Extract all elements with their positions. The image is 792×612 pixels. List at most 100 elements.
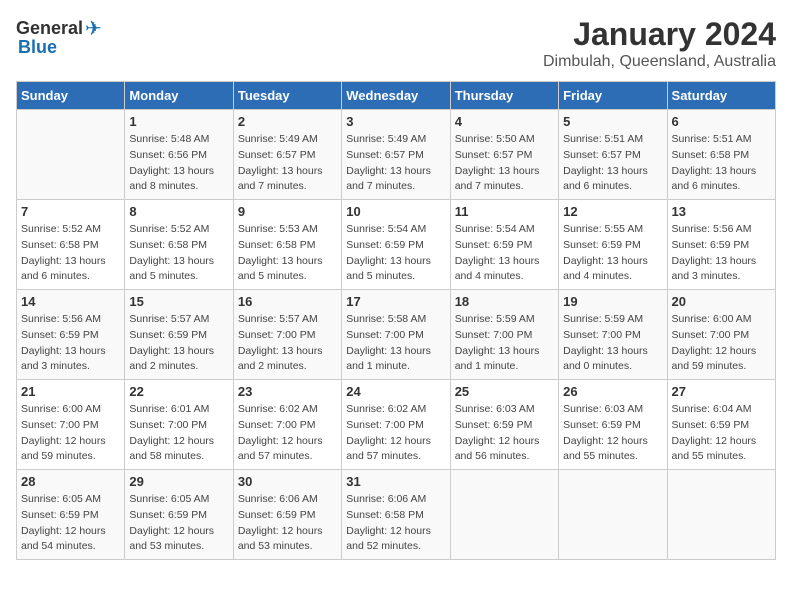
calendar-week-row: 14Sunrise: 5:56 AM Sunset: 6:59 PM Dayli…	[17, 290, 776, 380]
day-info: Sunrise: 6:06 AM Sunset: 6:59 PM Dayligh…	[238, 492, 337, 555]
day-number: 28	[21, 474, 120, 489]
calendar-cell: 1 Sunrise: 5:48 AM Sunset: 6:56 PM Daylig…	[125, 110, 233, 200]
day-number: 3	[346, 114, 445, 129]
calendar-cell: 11 Sunrise: 5:54 AM Sunset: 6:59 PM Dayli…	[450, 200, 558, 290]
calendar-cell: 4 Sunrise: 5:50 AM Sunset: 6:57 PM Daylig…	[450, 110, 558, 200]
day-number: 20	[672, 294, 771, 309]
calendar-day-header: Thursday	[450, 82, 558, 110]
day-info: Sunrise: 5:59 AM Sunset: 7:00 PM Dayligh…	[563, 312, 662, 375]
day-number: 22	[129, 384, 228, 399]
day-info: Sunrise: 5:53 AM Sunset: 6:58 PM Dayligh…	[238, 222, 337, 285]
day-info: Sunrise: 6:03 AM Sunset: 6:59 PM Dayligh…	[455, 402, 554, 465]
calendar-week-row: 21 Sunrise: 6:00 AM Sunset: 7:00 PM Dayli…	[17, 380, 776, 470]
day-number: 25	[455, 384, 554, 399]
calendar-cell: 18 Sunrise: 5:59 AM Sunset: 7:00 PM Dayli…	[450, 290, 558, 380]
calendar-cell: 14Sunrise: 5:56 AM Sunset: 6:59 PM Dayli…	[17, 290, 125, 380]
calendar-cell: 15 Sunrise: 5:57 AM Sunset: 6:59 PM Dayli…	[125, 290, 233, 380]
day-info: Sunrise: 5:51 AM Sunset: 6:57 PM Dayligh…	[563, 132, 662, 195]
calendar-day-header: Wednesday	[342, 82, 450, 110]
day-number: 13	[672, 204, 771, 219]
day-info: Sunrise: 5:49 AM Sunset: 6:57 PM Dayligh…	[346, 132, 445, 195]
calendar-cell: 31Sunrise: 6:06 AM Sunset: 6:58 PM Dayli…	[342, 470, 450, 560]
month-title: January 2024	[543, 16, 776, 53]
day-info: Sunrise: 6:03 AM Sunset: 6:59 PM Dayligh…	[563, 402, 662, 465]
calendar-cell: 26 Sunrise: 6:03 AM Sunset: 6:59 PM Dayli…	[559, 380, 667, 470]
day-info: Sunrise: 6:04 AM Sunset: 6:59 PM Dayligh…	[672, 402, 771, 465]
calendar-week-row: 1 Sunrise: 5:48 AM Sunset: 6:56 PM Daylig…	[17, 110, 776, 200]
day-info: Sunrise: 5:49 AM Sunset: 6:57 PM Dayligh…	[238, 132, 337, 195]
day-number: 17	[346, 294, 445, 309]
day-info: Sunrise: 5:51 AM Sunset: 6:58 PM Dayligh…	[672, 132, 771, 195]
day-info: Sunrise: 6:02 AM Sunset: 7:00 PM Dayligh…	[346, 402, 445, 465]
day-info: Sunrise: 5:57 AM Sunset: 6:59 PM Dayligh…	[129, 312, 228, 375]
calendar-cell	[667, 470, 775, 560]
day-info: Sunrise: 6:00 AM Sunset: 7:00 PM Dayligh…	[672, 312, 771, 375]
day-info: Sunrise: 6:02 AM Sunset: 7:00 PM Dayligh…	[238, 402, 337, 465]
calendar-cell: 12 Sunrise: 5:55 AM Sunset: 6:59 PM Dayli…	[559, 200, 667, 290]
day-number: 5	[563, 114, 662, 129]
title-section: January 2024 Dimbulah, Queensland, Austr…	[543, 16, 776, 71]
day-number: 23	[238, 384, 337, 399]
location-title: Dimbulah, Queensland, Australia	[543, 53, 776, 71]
calendar-cell: 13 Sunrise: 5:56 AM Sunset: 6:59 PM Dayli…	[667, 200, 775, 290]
day-info: Sunrise: 5:59 AM Sunset: 7:00 PM Dayligh…	[455, 312, 554, 375]
calendar-cell: 10 Sunrise: 5:54 AM Sunset: 6:59 PM Dayli…	[342, 200, 450, 290]
day-number: 18	[455, 294, 554, 309]
day-number: 14	[21, 294, 120, 309]
day-number: 27	[672, 384, 771, 399]
day-number: 8	[129, 204, 228, 219]
day-info: Sunrise: 5:48 AM Sunset: 6:56 PM Dayligh…	[129, 132, 228, 195]
day-number: 4	[455, 114, 554, 129]
day-info: Sunrise: 5:55 AM Sunset: 6:59 PM Dayligh…	[563, 222, 662, 285]
calendar-cell	[559, 470, 667, 560]
day-number: 2	[238, 114, 337, 129]
day-info: Sunrise: 6:05 AM Sunset: 6:59 PM Dayligh…	[21, 492, 120, 555]
calendar-day-header: Sunday	[17, 82, 125, 110]
day-info: Sunrise: 5:52 AM Sunset: 6:58 PM Dayligh…	[129, 222, 228, 285]
page-header: General ✈ Blue January 2024 Dimbulah, Qu…	[16, 16, 776, 71]
day-number: 30	[238, 474, 337, 489]
calendar-cell: 7 Sunrise: 5:52 AM Sunset: 6:58 PM Daylig…	[17, 200, 125, 290]
day-number: 11	[455, 204, 554, 219]
calendar-cell: 8 Sunrise: 5:52 AM Sunset: 6:58 PM Daylig…	[125, 200, 233, 290]
calendar-cell: 19 Sunrise: 5:59 AM Sunset: 7:00 PM Dayli…	[559, 290, 667, 380]
logo-blue: Blue	[18, 37, 57, 58]
day-number: 19	[563, 294, 662, 309]
day-number: 1	[129, 114, 228, 129]
calendar-day-header: Tuesday	[233, 82, 341, 110]
day-number: 9	[238, 204, 337, 219]
calendar-week-row: 7 Sunrise: 5:52 AM Sunset: 6:58 PM Daylig…	[17, 200, 776, 290]
day-info: Sunrise: 6:06 AM Sunset: 6:58 PM Dayligh…	[346, 492, 445, 555]
calendar-cell: 3 Sunrise: 5:49 AM Sunset: 6:57 PM Daylig…	[342, 110, 450, 200]
calendar-day-header: Saturday	[667, 82, 775, 110]
calendar-day-header: Friday	[559, 82, 667, 110]
calendar-cell: 30 Sunrise: 6:06 AM Sunset: 6:59 PM Dayli…	[233, 470, 341, 560]
day-number: 26	[563, 384, 662, 399]
calendar-cell: 21 Sunrise: 6:00 AM Sunset: 7:00 PM Dayli…	[17, 380, 125, 470]
day-number: 15	[129, 294, 228, 309]
day-number: 7	[21, 204, 120, 219]
day-info: Sunrise: 5:52 AM Sunset: 6:58 PM Dayligh…	[21, 222, 120, 285]
day-number: 29	[129, 474, 228, 489]
calendar-cell	[17, 110, 125, 200]
day-number: 10	[346, 204, 445, 219]
calendar-cell: 25 Sunrise: 6:03 AM Sunset: 6:59 PM Dayli…	[450, 380, 558, 470]
day-info: Sunrise: 6:00 AM Sunset: 7:00 PM Dayligh…	[21, 402, 120, 465]
calendar-day-header: Monday	[125, 82, 233, 110]
calendar-cell: 16Sunrise: 5:57 AM Sunset: 7:00 PM Dayli…	[233, 290, 341, 380]
day-number: 12	[563, 204, 662, 219]
calendar-table: SundayMondayTuesdayWednesdayThursdayFrid…	[16, 81, 776, 560]
calendar-cell: 28 Sunrise: 6:05 AM Sunset: 6:59 PM Dayli…	[17, 470, 125, 560]
day-info: Sunrise: 5:50 AM Sunset: 6:57 PM Dayligh…	[455, 132, 554, 195]
day-info: Sunrise: 5:54 AM Sunset: 6:59 PM Dayligh…	[455, 222, 554, 285]
day-info: Sunrise: 5:56 AM Sunset: 6:59 PM Dayligh…	[672, 222, 771, 285]
day-number: 21	[21, 384, 120, 399]
calendar-cell: 5 Sunrise: 5:51 AM Sunset: 6:57 PM Daylig…	[559, 110, 667, 200]
calendar-cell: 24Sunrise: 6:02 AM Sunset: 7:00 PM Dayli…	[342, 380, 450, 470]
logo-bird-icon: ✈	[85, 16, 102, 41]
calendar-cell: 2 Sunrise: 5:49 AM Sunset: 6:57 PM Daylig…	[233, 110, 341, 200]
calendar-cell: 27 Sunrise: 6:04 AM Sunset: 6:59 PM Dayli…	[667, 380, 775, 470]
calendar-cell: 9 Sunrise: 5:53 AM Sunset: 6:58 PM Daylig…	[233, 200, 341, 290]
day-info: Sunrise: 6:01 AM Sunset: 7:00 PM Dayligh…	[129, 402, 228, 465]
day-info: Sunrise: 5:54 AM Sunset: 6:59 PM Dayligh…	[346, 222, 445, 285]
